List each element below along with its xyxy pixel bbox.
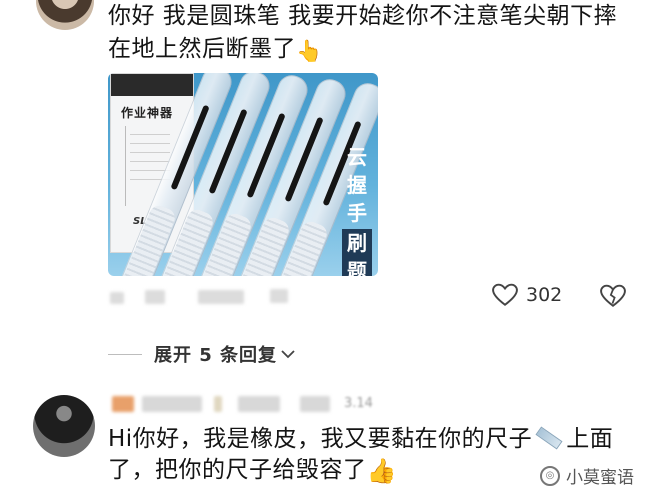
blurred-meta (110, 292, 124, 304)
like-count: 302 (526, 284, 563, 306)
blurred-meta (270, 289, 288, 303)
blurred-meta (145, 290, 165, 304)
watermark-label: 小莫蜜语 (566, 468, 634, 488)
heart-icon[interactable] (492, 283, 518, 307)
side-text-top: 云握手 (347, 145, 367, 225)
comment-text: 你好 我是圆珠笔 我要开始趁你不注意笔尖朝下摔在地上然后断墨了 (108, 3, 618, 62)
comment-body: 你好 我是圆珠笔 我要开始趁你不注意笔尖朝下摔在地上然后断墨了👆 (108, 0, 628, 68)
divider-line (108, 353, 142, 355)
ruler-emoji-icon (535, 426, 563, 450)
blurred-username (300, 396, 330, 412)
top-avatar[interactable] (36, 0, 94, 30)
comment-image[interactable]: 作业神器 SL 云握手 刷题 (108, 73, 378, 276)
blurred-username (142, 396, 202, 412)
image-side-text: 云握手 刷题 (342, 143, 372, 276)
like-control[interactable]: 302 (492, 283, 562, 307)
broken-heart-icon[interactable] (600, 284, 626, 308)
reply-avatar[interactable] (33, 395, 95, 457)
expand-replies-label: 展开 5 条回复 (154, 345, 278, 366)
blurred-username (112, 396, 134, 412)
blurred-meta (198, 290, 244, 304)
box-title: 作业神器 (121, 106, 174, 120)
blurred-username (238, 396, 280, 412)
watermark: ◎ 小莫蜜语 (540, 463, 634, 488)
expand-replies-button[interactable]: 展开 5 条回复 (108, 341, 295, 367)
pointing-hand-emoji-icon: 👆 (296, 39, 323, 63)
thumbs-up-emoji-icon: 👍 (366, 457, 397, 485)
reply-date-hint: 3.14 (344, 396, 373, 411)
side-text-dark: 刷题 (342, 229, 372, 276)
chevron-down-icon (281, 350, 295, 359)
reply-text-part1: Hi你好，我是橡皮，我又要黏在你的尺子 (108, 426, 533, 452)
watermark-icon: ◎ (540, 465, 560, 486)
blurred-username (214, 396, 222, 412)
